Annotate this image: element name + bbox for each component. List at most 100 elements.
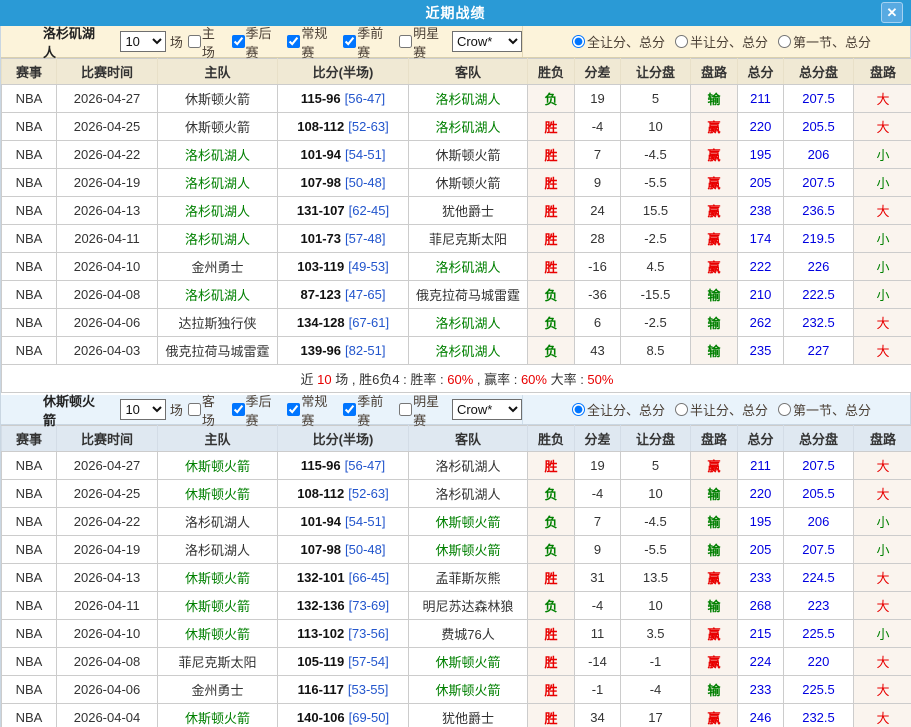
league-cell: NBA: [2, 452, 57, 480]
over-under-cell: 小: [854, 508, 911, 536]
filter-checkbox-label: 主场: [202, 23, 227, 61]
filter-checkbox-1[interactable]: [188, 403, 201, 416]
total-points-cell: 195: [738, 508, 784, 536]
halftime-score: [82-51]: [345, 343, 385, 358]
date-cell: 2026-04-03: [57, 337, 158, 365]
filter-checkbox-label: 季前赛: [357, 391, 394, 429]
league-cell: NBA: [2, 253, 57, 281]
total-line-cell: 224.5: [784, 564, 854, 592]
handicap-result-cell: 赢: [691, 452, 738, 480]
score-cell: 108-112[52-63]: [278, 113, 409, 141]
mode-radio-1[interactable]: [572, 403, 585, 416]
filter-checkbox-1[interactable]: [188, 35, 201, 48]
total-line-cell: 206: [784, 141, 854, 169]
score-cell: 101-94[54-51]: [278, 508, 409, 536]
away-team-cell: 休斯顿火箭: [409, 141, 528, 169]
sections-container: 洛杉矶湖人10场主场季后赛常规赛季前赛明星赛Crow*全让分、总分半让分、总分第…: [0, 26, 911, 727]
date-cell: 2026-04-22: [57, 508, 158, 536]
over-under-cell: 小: [854, 141, 911, 169]
handicap-line-cell: -4.5: [621, 141, 691, 169]
odds-company-select[interactable]: Crow*: [452, 399, 522, 420]
games-count-select[interactable]: 10: [120, 399, 165, 420]
filter-checkbox-3[interactable]: [287, 35, 300, 48]
date-cell: 2026-04-06: [57, 676, 158, 704]
handicap-line-cell: -15.5: [621, 281, 691, 309]
handicap-result-cell: 输: [691, 281, 738, 309]
halftime-score: [56-47]: [345, 91, 385, 106]
league-cell: NBA: [2, 592, 57, 620]
table-row: NBA2026-04-08菲尼克斯太阳105-119[57-54]休斯顿火箭胜-…: [2, 648, 911, 676]
handicap-line-cell: 3.5: [621, 620, 691, 648]
point-diff-cell: 9: [575, 536, 621, 564]
table-row: NBA2026-04-13休斯顿火箭132-101[66-45]孟菲斯灰熊胜31…: [2, 564, 911, 592]
summary-row: 近 10 场 , 胜6负4 : 胜率 : 60% , 赢率 : 60% 大率 :…: [2, 365, 911, 393]
table-row: NBA2026-04-25休斯顿火箭108-112[52-63]洛杉矶湖人胜-4…: [2, 113, 911, 141]
handicap-line-cell: 13.5: [621, 564, 691, 592]
table-row: NBA2026-04-06金州勇士116-117[53-55]休斯顿火箭胜-1-…: [2, 676, 911, 704]
mode-radio-3[interactable]: [778, 35, 791, 48]
mode-radio-1[interactable]: [572, 35, 585, 48]
filter-checkbox-2[interactable]: [232, 403, 245, 416]
handicap-result-cell: 赢: [691, 253, 738, 281]
home-team-cell: 洛杉矶湖人: [158, 508, 278, 536]
column-header: 比分(半场): [278, 426, 409, 452]
final-score: 115-96: [301, 458, 341, 473]
close-icon[interactable]: ✕: [881, 2, 903, 23]
handicap-line-cell: 10: [621, 113, 691, 141]
table-row: NBA2026-04-13洛杉矶湖人131-107[62-45]犹他爵士胜241…: [2, 197, 911, 225]
league-cell: NBA: [2, 85, 57, 113]
mode-radio-label: 全让分、总分: [587, 400, 665, 419]
games-count-select[interactable]: 10: [120, 31, 165, 52]
summary-segment: 10: [317, 372, 331, 387]
final-score: 103-119: [297, 259, 344, 274]
table-header-row: 赛事比赛时间主队比分(半场)客队胜负分差让分盘盘路总分总分盘盘路: [2, 426, 911, 452]
over-under-cell: 大: [854, 113, 911, 141]
away-team-cell: 菲尼克斯太阳: [409, 225, 528, 253]
filter-checkbox-3[interactable]: [287, 403, 300, 416]
away-team-cell: 洛杉矶湖人: [409, 337, 528, 365]
column-header: 盘路: [691, 59, 738, 85]
league-cell: NBA: [2, 169, 57, 197]
summary-segment: 60%: [521, 372, 547, 387]
filter-checkbox-4[interactable]: [343, 403, 356, 416]
final-score: 105-119: [297, 654, 344, 669]
summary-segment: 场 , 胜6负4 : 胜率 :: [332, 372, 448, 387]
date-cell: 2026-04-25: [57, 113, 158, 141]
odds-company-select[interactable]: Crow*: [452, 31, 522, 52]
final-score: 116-117: [298, 682, 344, 697]
column-header: 赛事: [2, 426, 57, 452]
filter-controls: 休斯顿火箭10场客场季后赛常规赛季前赛明星赛Crow*: [1, 395, 523, 424]
filter-checkbox-5[interactable]: [399, 35, 412, 48]
date-cell: 2026-04-10: [57, 253, 158, 281]
score-cell: 105-119[57-54]: [278, 648, 409, 676]
column-header: 总分盘: [784, 59, 854, 85]
filter-checkbox-4[interactable]: [343, 35, 356, 48]
handicap-line-cell: -2.5: [621, 309, 691, 337]
point-diff-cell: 34: [575, 704, 621, 727]
filter-checkbox-label: 常规赛: [301, 391, 338, 429]
score-cell: 131-107[62-45]: [278, 197, 409, 225]
home-team-cell: 洛杉矶湖人: [158, 197, 278, 225]
halftime-score: [50-48]: [345, 175, 385, 190]
total-points-cell: 222: [738, 253, 784, 281]
filter-checkbox-5[interactable]: [399, 403, 412, 416]
filter-checkbox-label: 明星赛: [413, 23, 450, 61]
date-cell: 2026-04-13: [57, 564, 158, 592]
mode-radio-2[interactable]: [675, 403, 688, 416]
summary-segment: 近: [301, 372, 318, 387]
win-loss-cell: 负: [528, 536, 575, 564]
handicap-result-cell: 输: [691, 309, 738, 337]
filter-checkbox-2[interactable]: [232, 35, 245, 48]
filter-checkbox-label: 常规赛: [301, 23, 338, 61]
score-cell: 108-112[52-63]: [278, 480, 409, 508]
mode-radio-3[interactable]: [778, 403, 791, 416]
score-cell: 107-98[50-48]: [278, 536, 409, 564]
recent-results-dialog: 近期战绩 ✕ 洛杉矶湖人10场主场季后赛常规赛季前赛明星赛Crow*全让分、总分…: [0, 0, 911, 727]
total-line-cell: 219.5: [784, 225, 854, 253]
halftime-score: [67-61]: [349, 315, 389, 330]
win-loss-cell: 负: [528, 337, 575, 365]
mode-radio-2[interactable]: [675, 35, 688, 48]
team-section-1: 洛杉矶湖人10场主场季后赛常规赛季前赛明星赛Crow*全让分、总分半让分、总分第…: [0, 26, 911, 393]
league-cell: NBA: [2, 141, 57, 169]
total-line-cell: 222.5: [784, 281, 854, 309]
